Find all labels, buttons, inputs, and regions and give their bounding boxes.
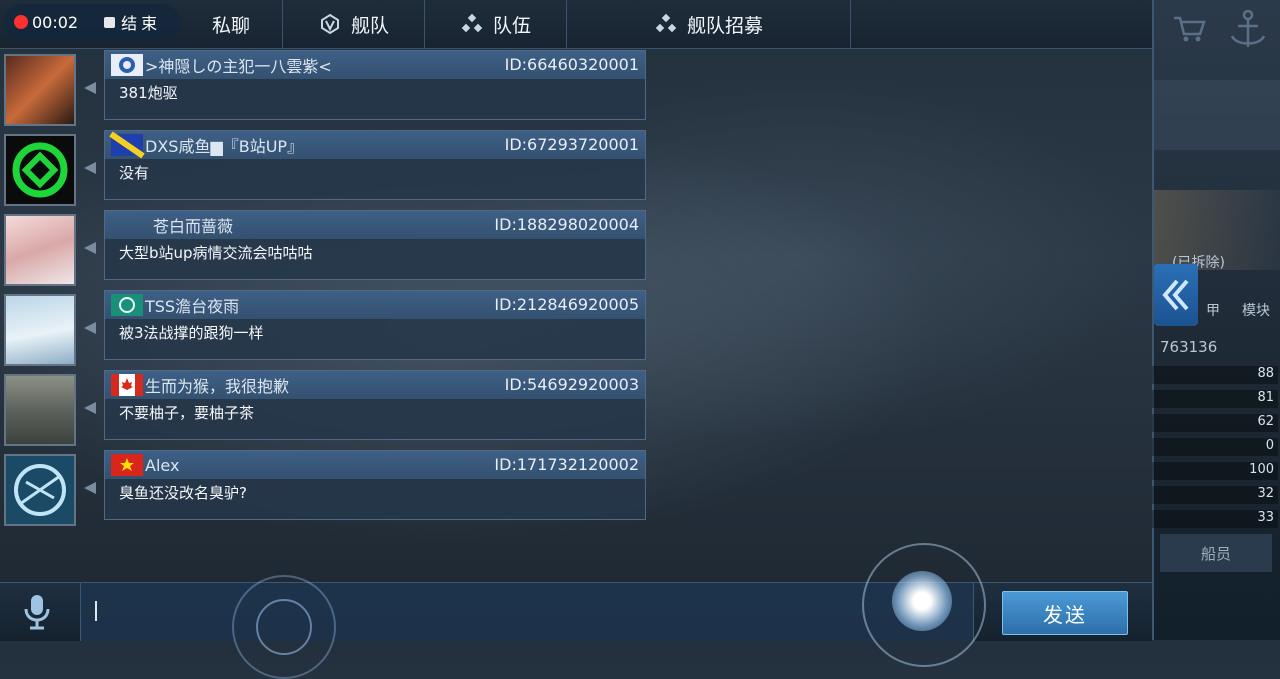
fleet-emblem-icon — [319, 13, 341, 35]
chat-message: Alex ID:171732120002 臭鱼还没改名臭驴? — [0, 450, 660, 526]
tab-team[interactable]: 队伍 — [426, 0, 567, 48]
message-bubble: TSS澹台夜雨 ID:212846920005 被3法战撑的跟狗一样 — [104, 290, 646, 360]
chat-message: 苍白而蔷薇 ID:188298020004 大型b站up病情交流会咕咕咕 — [0, 210, 660, 286]
panel-tab-armor: 甲 — [1206, 303, 1220, 319]
tab-label: 舰队 — [350, 14, 389, 37]
send-button[interactable]: 发送 — [1002, 591, 1128, 635]
screen-record-indicator[interactable]: 00:02 结束 — [4, 4, 180, 40]
avatar[interactable] — [4, 214, 76, 286]
record-time: 00:02 — [32, 12, 79, 32]
teal-emblem-flag-icon — [105, 291, 145, 319]
circle-emblem-flag-icon — [105, 51, 145, 79]
tab-label: 舰队招募 — [686, 14, 763, 37]
sender-name[interactable]: 生而为猴，我很抱歉 — [145, 373, 289, 397]
text-caret — [95, 601, 97, 621]
tab-label: 队伍 — [492, 14, 531, 37]
sender-id: ID:66460320001 — [504, 55, 639, 74]
message-text: 臭鱼还没改名臭驴? — [119, 484, 247, 502]
chat-input-bar: 发送 — [0, 543, 1152, 679]
stat-bar: 32 — [1152, 486, 1278, 504]
chat-message: 生而为猴，我很抱歉 ID:54692920003 不要柚子，要柚子茶 — [0, 370, 660, 446]
canada-flag-icon — [105, 371, 145, 399]
stop-record-label[interactable]: 结束 — [121, 10, 161, 34]
message-text: 没有 — [119, 164, 150, 182]
crew-button[interactable]: 船员 — [1160, 534, 1272, 572]
blue-yellow-flag-icon — [105, 131, 145, 159]
avatar[interactable] — [4, 374, 76, 446]
tab-fleet-recruit[interactable]: 舰队招募 — [568, 0, 851, 48]
stat-bar: 0 — [1152, 438, 1278, 456]
record-dot-icon — [14, 15, 28, 29]
bubble-pointer — [84, 322, 96, 334]
stat-bar: 33 — [1152, 510, 1278, 528]
anchor-icon — [1228, 8, 1268, 52]
microphone-icon — [24, 595, 50, 630]
message-bubble: 生而为猴，我很抱歉 ID:54692920003 不要柚子，要柚子茶 — [104, 370, 646, 440]
message-text: 不要柚子，要柚子茶 — [119, 404, 255, 422]
sender-id: ID:67293720001 — [504, 135, 639, 154]
sender-id: ID:188298020004 — [494, 215, 639, 234]
avatar[interactable] — [4, 454, 76, 526]
avatar[interactable] — [4, 294, 76, 366]
message-bubble: DXS咸鱼▆『B站UP』 ID:67293720001 没有 — [104, 130, 646, 200]
panel-number: 763136 — [1160, 338, 1218, 356]
tab-label: 私聊 — [211, 14, 250, 37]
sender-name[interactable]: TSS澹台夜雨 — [145, 293, 239, 317]
sender-name[interactable]: 苍白而蔷薇 — [153, 213, 233, 237]
message-text: 被3法战撑的跟狗一样 — [119, 324, 264, 342]
touch-ripple — [256, 599, 312, 655]
stat-bar: 62 — [1152, 414, 1278, 432]
sender-id: ID:212846920005 — [494, 295, 639, 314]
avatar[interactable] — [4, 54, 76, 126]
avatar[interactable] — [4, 134, 76, 206]
message-text: 381炮驱 — [119, 84, 178, 102]
sender-id: ID:54692920003 — [504, 375, 639, 394]
stop-icon[interactable] — [104, 16, 116, 28]
double-chevron-left-icon — [1162, 279, 1189, 311]
sender-name[interactable]: Alex — [145, 456, 179, 475]
sender-name[interactable]: >神隠しの主犯一八雲紫< — [145, 53, 332, 77]
cart-icon — [1172, 14, 1206, 44]
chat-message-input[interactable] — [80, 583, 974, 641]
chat-message: TSS澹台夜雨 ID:212846920005 被3法战撑的跟狗一样 — [0, 290, 660, 366]
bubble-pointer — [84, 482, 96, 494]
recruit-dots-icon — [655, 13, 677, 35]
touch-glow — [892, 571, 952, 631]
tab-fleet[interactable]: 舰队 — [284, 0, 425, 48]
chat-message: >神隠しの主犯一八雲紫< ID:66460320001 381炮驱 — [0, 50, 660, 126]
voice-input-button[interactable] — [22, 593, 52, 631]
stat-bar: 81 — [1152, 390, 1278, 408]
vietnam-flag-icon — [105, 451, 145, 479]
stat-bar: 100 — [1152, 462, 1278, 480]
message-text: 大型b站up病情交流会咕咕咕 — [119, 244, 313, 262]
chat-tab-bar: 00:02 结束 私聊 舰队 队伍 舰队招募 — [0, 0, 1152, 49]
panel-tab-module: 模块 — [1242, 303, 1270, 319]
message-bubble: >神隠しの主犯一八雲紫< ID:66460320001 381炮驱 — [104, 50, 646, 120]
sender-id: ID:171732120002 — [494, 455, 639, 474]
chat-message: DXS咸鱼▆『B站UP』 ID:67293720001 没有 — [0, 130, 660, 206]
team-dots-icon — [461, 13, 483, 35]
sender-name[interactable]: DXS咸鱼▆『B站UP』 — [145, 133, 303, 157]
stat-bar: 88 — [1152, 366, 1278, 384]
message-bubble: Alex ID:171732120002 臭鱼还没改名臭驴? — [104, 450, 646, 520]
tab-private-chat[interactable]: 私聊 — [180, 0, 283, 48]
message-bubble: 苍白而蔷薇 ID:188298020004 大型b站up病情交流会咕咕咕 — [104, 210, 646, 280]
collapse-chat-button[interactable] — [1154, 264, 1198, 326]
bubble-pointer — [84, 82, 96, 94]
bubble-pointer — [84, 162, 96, 174]
bubble-pointer — [84, 242, 96, 254]
bubble-pointer — [84, 402, 96, 414]
